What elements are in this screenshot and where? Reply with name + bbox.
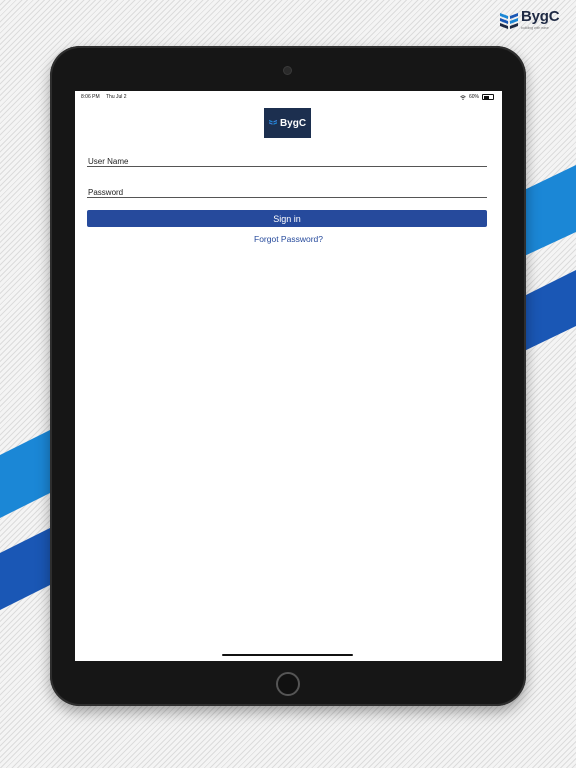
- password-input[interactable]: [87, 186, 487, 197]
- forgot-password-link[interactable]: Forgot Password?: [75, 234, 502, 244]
- status-time: 8:06 PM: [81, 94, 100, 100]
- tablet-device: 8:06 PM Thu Jul 2 60% BygC User Name Pas…: [50, 46, 526, 706]
- stripe-left-light: [0, 427, 56, 518]
- marketing-frame: BygC building with ease 8:06 PM Thu Jul …: [0, 0, 576, 768]
- stripe-left-dark: [0, 525, 56, 610]
- home-button[interactable]: [276, 672, 300, 696]
- stripe-right-dark: [520, 270, 576, 353]
- brand-logo: BygC building with ease: [500, 8, 566, 35]
- wifi-icon: [460, 94, 466, 100]
- status-date: Thu Jul 2: [106, 94, 127, 100]
- brand-tagline: building with ease: [521, 26, 549, 30]
- battery-icon: [482, 94, 494, 100]
- battery-percent: 60%: [468, 94, 479, 100]
- bygc-logo-icon: [268, 119, 277, 125]
- username-field[interactable]: User Name: [87, 155, 487, 167]
- status-bar: 8:06 PM Thu Jul 2 60%: [75, 91, 502, 101]
- username-input[interactable]: [87, 155, 487, 166]
- brand-name: BygC: [521, 8, 560, 25]
- stripe-right-light: [520, 165, 576, 258]
- battery-level: [483, 95, 489, 99]
- status-indicators: 60%: [460, 94, 494, 100]
- app-logo: BygC: [264, 108, 311, 138]
- home-indicator[interactable]: [222, 654, 353, 656]
- sign-in-button[interactable]: Sign in: [87, 210, 487, 227]
- bygc-logo-icon: [500, 13, 518, 29]
- password-field[interactable]: Password: [87, 186, 487, 198]
- camera-icon: [284, 67, 291, 74]
- app-logo-text: BygC: [279, 117, 307, 129]
- app-screen: 8:06 PM Thu Jul 2 60% BygC User Name Pas…: [75, 91, 502, 661]
